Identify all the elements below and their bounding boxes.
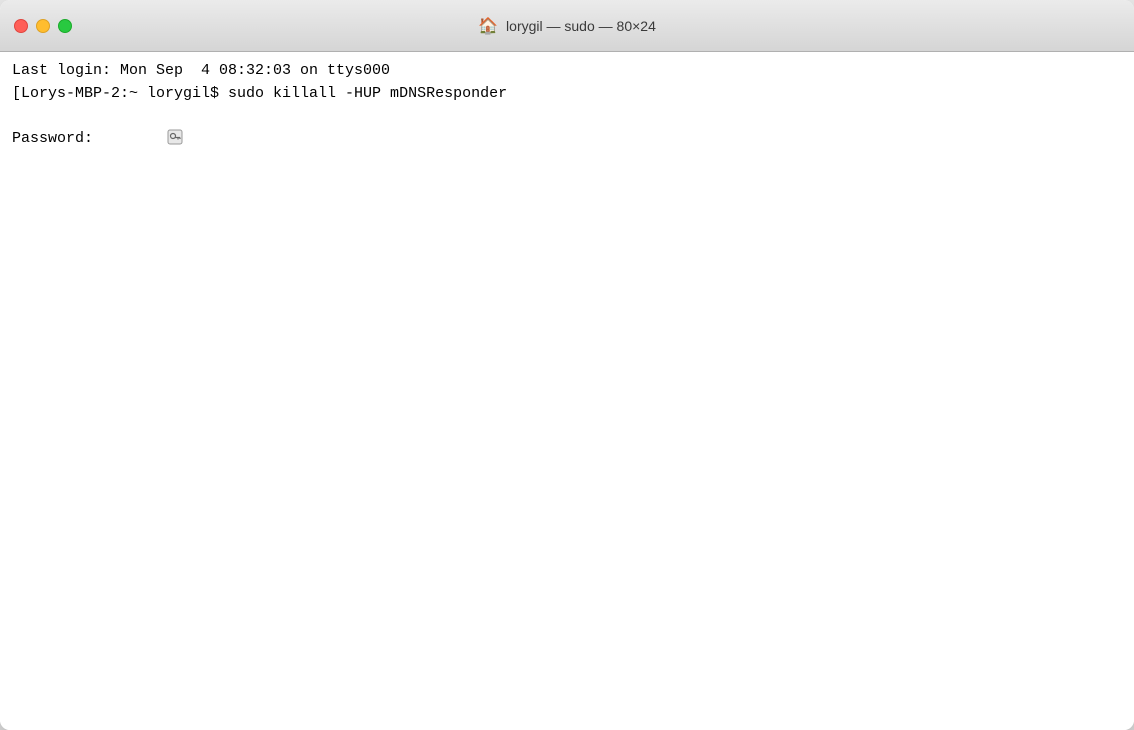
- traffic-lights: [14, 19, 72, 33]
- window-title: lorygil — sudo — 80×24: [506, 18, 656, 34]
- title-content: 🏠 lorygil — sudo — 80×24: [478, 16, 656, 36]
- minimize-button[interactable]: [36, 19, 50, 33]
- terminal-window: 🏠 lorygil — sudo — 80×24 Last login: Mon…: [0, 0, 1134, 730]
- terminal-line-1: Last login: Mon Sep 4 08:32:03 on ttys00…: [12, 60, 1122, 83]
- maximize-button[interactable]: [58, 19, 72, 33]
- key-icon: [93, 105, 183, 173]
- close-button[interactable]: [14, 19, 28, 33]
- terminal-text-3: Password:: [12, 128, 93, 151]
- terminal-line-3: Password:: [12, 105, 1122, 173]
- terminal-line-2: [Lorys-MBP-2:~ lorygil$ sudo killall -HU…: [12, 83, 1122, 106]
- terminal-body[interactable]: Last login: Mon Sep 4 08:32:03 on ttys00…: [0, 52, 1134, 730]
- title-bar: 🏠 lorygil — sudo — 80×24: [0, 0, 1134, 52]
- home-icon: 🏠: [478, 16, 498, 36]
- terminal-text-2: [Lorys-MBP-2:~ lorygil$ sudo killall -HU…: [12, 83, 507, 106]
- terminal-text-1: Last login: Mon Sep 4 08:32:03 on ttys00…: [12, 60, 390, 83]
